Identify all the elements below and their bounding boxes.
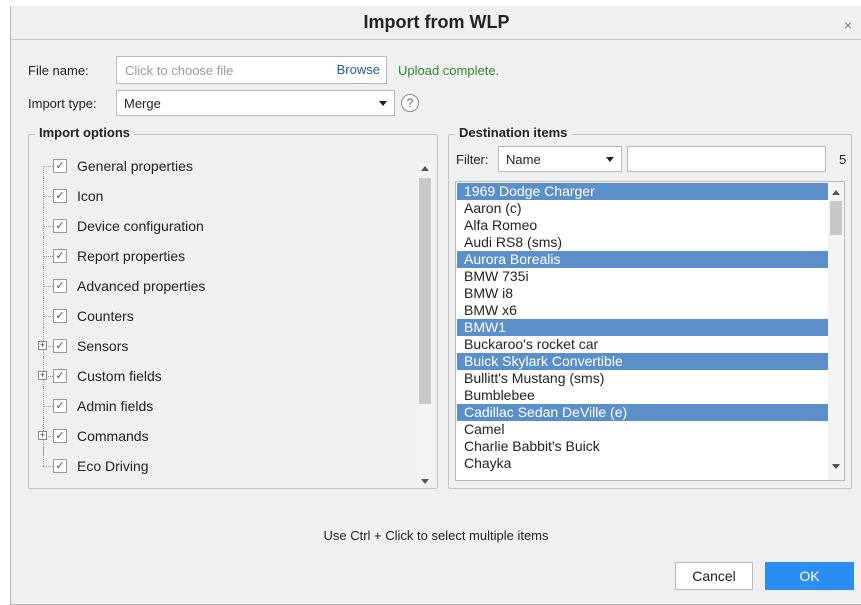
import-options-scrollbar[interactable] (417, 163, 433, 485)
option-checkbox[interactable]: ✓ (53, 249, 67, 263)
title-bar: Import from WLP × (11, 6, 861, 40)
option-checkbox[interactable]: ✓ (53, 399, 67, 413)
import-dialog: Import from WLP × File name: Browse Uplo… (10, 6, 861, 605)
import-type-select[interactable]: Merge (116, 90, 395, 116)
destination-list-item[interactable]: Bumblebee (457, 387, 828, 404)
destination-list-item[interactable]: Buick Skylark Convertible (457, 353, 828, 370)
destination-list-item[interactable]: BMW 735i (457, 268, 828, 285)
destination-list-scrollbar[interactable] (828, 182, 844, 480)
file-chooser[interactable]: Browse (116, 56, 387, 84)
tree-line (43, 226, 53, 227)
destination-list-item[interactable]: Buckaroo's rocket car (457, 336, 828, 353)
tree-line (43, 316, 53, 317)
option-label: Eco Driving (77, 458, 149, 474)
option-label: Report properties (77, 248, 186, 264)
scroll-down-icon[interactable] (832, 464, 840, 469)
scroll-up-icon[interactable] (832, 190, 840, 195)
destination-list-item[interactable]: Audi RS8 (sms) (457, 234, 828, 251)
tree-line (43, 256, 53, 257)
destination-list-item[interactable]: Alfa Romeo (457, 217, 828, 234)
destination-list-item[interactable]: Charlie Babbit's Buick (457, 438, 828, 455)
import-options-legend: Import options (35, 125, 134, 140)
chevron-down-icon (379, 101, 387, 106)
tree-line (43, 196, 53, 197)
import-option-item[interactable]: ✓ Report properties (33, 237, 403, 275)
option-label: Admin fields (77, 398, 154, 414)
tree-line (43, 466, 53, 467)
option-label: Commands (77, 428, 149, 444)
import-option-item[interactable]: ✓ Device configuration (33, 207, 403, 245)
scroll-thumb[interactable] (830, 201, 842, 235)
option-checkbox[interactable]: ✓ (53, 339, 67, 353)
filter-field-value: Name (506, 152, 541, 167)
option-checkbox[interactable]: ✓ (53, 369, 67, 383)
file-name-label: File name: (28, 63, 89, 78)
import-type-value: Merge (124, 96, 161, 111)
import-type-label: Import type: (28, 96, 97, 111)
destination-list-item[interactable]: BMW x6 (457, 302, 828, 319)
browse-button[interactable]: Browse (337, 62, 380, 77)
destination-list-item[interactable]: 1969 Dodge Charger (457, 183, 828, 200)
option-checkbox[interactable]: ✓ (53, 279, 67, 293)
import-options-group: Import options ✓ General properties ✓ Icon ✓… (28, 125, 438, 489)
destination-items-group: Destination items Filter: Name 5 Chayka C… (448, 125, 852, 489)
option-checkbox[interactable]: ✓ (53, 429, 67, 443)
import-option-item[interactable]: + ✓ Custom fields (33, 357, 403, 395)
cancel-button[interactable]: Cancel (675, 562, 753, 590)
file-name-input[interactable] (117, 57, 317, 83)
destination-items-list[interactable]: Chayka Charlie Babbit's Buick Camel Cadilla… (455, 181, 845, 481)
import-option-item[interactable]: ✓ Icon (33, 177, 403, 215)
option-checkbox[interactable]: ✓ (53, 189, 67, 203)
import-option-item[interactable]: ✓ Counters (33, 297, 403, 335)
destination-list-item[interactable]: BMW1 (457, 319, 828, 336)
option-checkbox[interactable]: ✓ (53, 159, 67, 173)
item-count: 5 (839, 152, 847, 167)
option-label: Advanced properties (77, 278, 206, 294)
help-icon[interactable]: ? (401, 94, 419, 112)
import-option-item[interactable]: ✓ Advanced properties (33, 267, 403, 305)
destination-list-item[interactable]: Camel (457, 421, 828, 438)
import-option-item[interactable]: ✓ Admin fields (33, 387, 403, 425)
ok-button[interactable]: OK (765, 562, 854, 590)
multi-select-hint: Use Ctrl + Click to select multiple item… (323, 528, 549, 543)
tree-line (43, 166, 53, 167)
option-label: Icon (77, 188, 104, 204)
scroll-down-icon[interactable] (421, 479, 429, 484)
destination-list-item[interactable]: Bullitt's Mustang (sms) (457, 370, 828, 387)
option-checkbox[interactable]: ✓ (53, 219, 67, 233)
tree-line (43, 447, 44, 466)
chevron-down-icon (606, 157, 614, 162)
expand-icon[interactable]: + (38, 341, 47, 350)
option-checkbox[interactable]: ✓ (53, 309, 67, 323)
import-option-item[interactable]: ✓ General properties (33, 155, 403, 185)
option-label: Sensors (77, 338, 129, 354)
tree-line (43, 406, 53, 407)
import-options-tree: ✓ General properties ✓ Icon ✓ Device configur… (29, 149, 429, 474)
import-option-item[interactable]: + ✓ Sensors (33, 327, 403, 365)
scroll-thumb[interactable] (419, 178, 431, 404)
destination-list-item[interactable]: Aurora Borealis (457, 251, 828, 268)
destination-list-item[interactable]: Cadillac Sedan DeVille (e) (457, 404, 828, 421)
destination-list-item[interactable]: BMW i8 (457, 285, 828, 302)
import-option-item[interactable]: ✓ Eco Driving (33, 447, 403, 477)
option-checkbox[interactable]: ✓ (53, 459, 67, 473)
tree-line (43, 286, 53, 287)
option-label: Counters (77, 308, 134, 324)
expand-icon[interactable]: + (38, 431, 47, 440)
close-icon[interactable]: × (844, 17, 852, 33)
destination-list-item[interactable]: Chayka (457, 455, 828, 472)
scroll-up-icon[interactable] (421, 166, 429, 171)
option-label: General properties (77, 158, 193, 174)
import-option-item[interactable]: + ✓ Commands (33, 417, 403, 455)
filter-label: Filter: (456, 152, 489, 167)
dialog-title: Import from WLP (363, 12, 510, 32)
upload-status: Upload complete. (398, 63, 500, 78)
filter-input[interactable] (627, 146, 826, 172)
destination-list-item[interactable]: Aaron (c) (457, 200, 828, 217)
expand-icon[interactable]: + (38, 371, 47, 380)
option-label: Custom fields (77, 368, 162, 384)
option-label: Device configuration (77, 218, 204, 234)
destination-items-legend: Destination items (455, 125, 572, 140)
filter-field-select[interactable]: Name (498, 146, 622, 172)
